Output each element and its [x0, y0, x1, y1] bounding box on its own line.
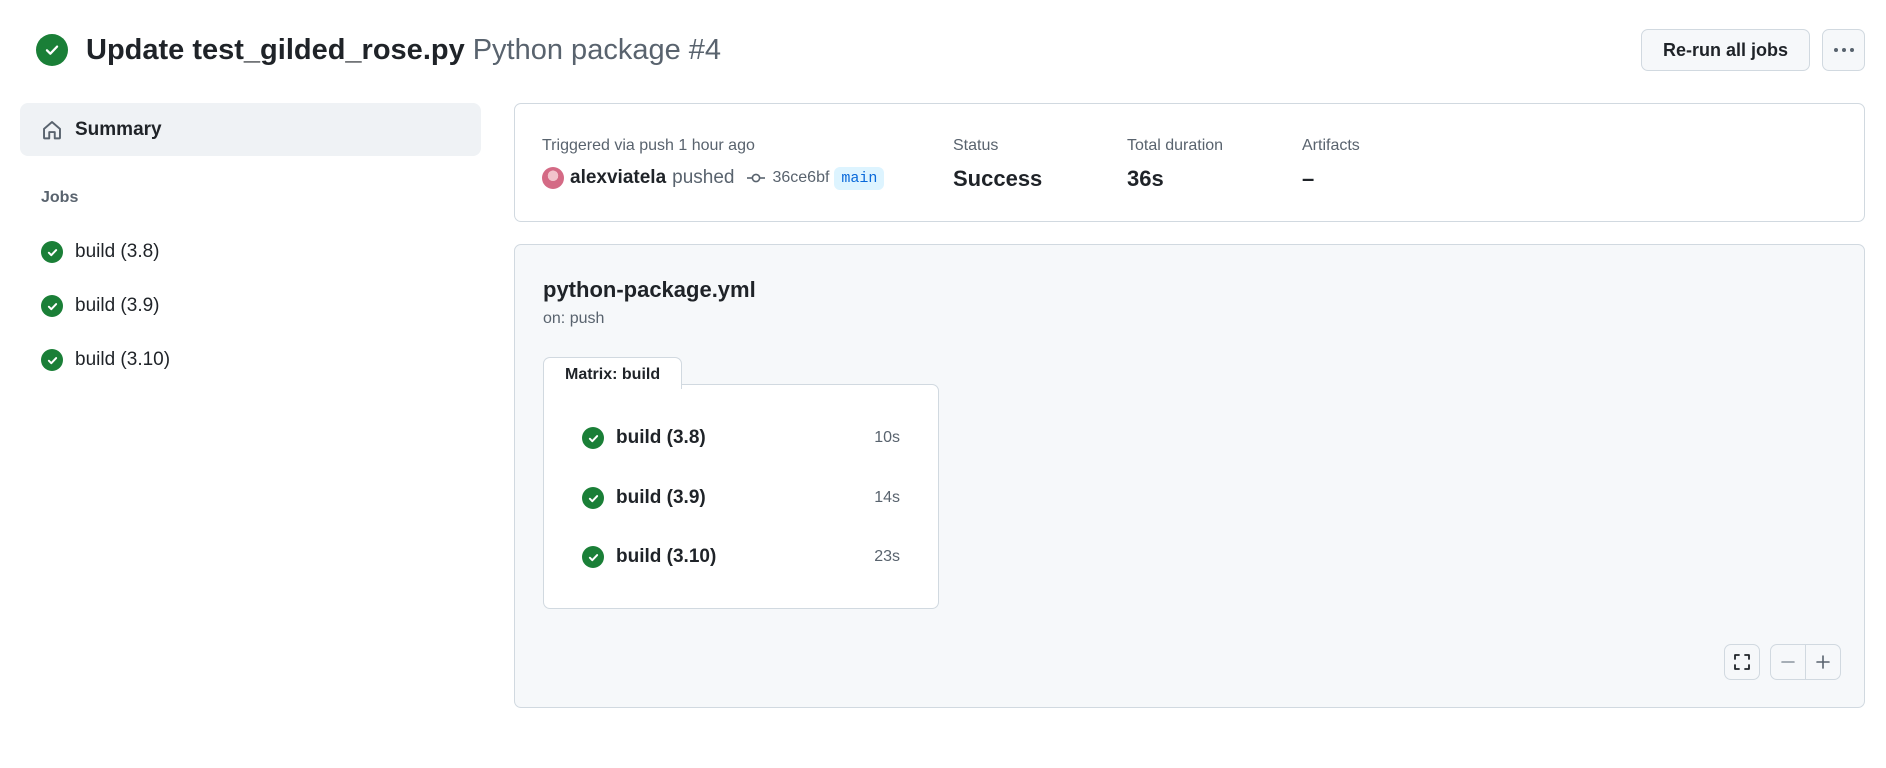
check-circle-icon: [41, 241, 63, 263]
trigger-details: alexviatela pushed 36ce6bf main: [542, 164, 885, 192]
check-circle-icon: [41, 295, 63, 317]
jobs-heading: Jobs: [41, 189, 79, 206]
check-circle-icon: [582, 546, 604, 568]
graph-job-build-3-8[interactable]: build (3.8) 10s: [582, 423, 900, 453]
job-label: build (3.9): [75, 295, 160, 316]
push-action: pushed: [672, 167, 735, 188]
job-label: build (3.8): [75, 241, 160, 262]
graph-job-build-3-9[interactable]: build (3.9) 14s: [582, 483, 900, 513]
workflow-file-name[interactable]: python-package.yml: [543, 277, 756, 303]
workflow-trigger: on: push: [543, 310, 605, 327]
job-name: build (3.8): [616, 427, 706, 448]
header-actions: Re-run all jobs: [1641, 29, 1865, 71]
avatar[interactable]: [542, 167, 564, 189]
run-header: Update test_gilded_rose.py Python package…: [36, 27, 1865, 73]
workflow-run-name: Python package #4: [472, 34, 722, 66]
sidebar-job-build-3-9[interactable]: build (3.9): [20, 279, 481, 333]
status-value: Success: [953, 166, 1043, 191]
status-label: Status: [953, 137, 999, 154]
git-commit-icon: [747, 173, 766, 183]
page-title: Update test_gilded_rose.py Python package…: [86, 27, 721, 73]
job-duration: 23s: [874, 548, 900, 565]
home-icon: [43, 120, 61, 139]
check-circle-icon: [36, 34, 68, 66]
user-link[interactable]: alexviatela: [570, 167, 666, 189]
job-list: build (3.8) build (3.9) build (3.10): [20, 225, 481, 387]
sidebar-item-summary[interactable]: Summary: [20, 103, 481, 156]
zoom-in-button[interactable]: [1805, 644, 1841, 680]
sidebar: Summary Jobs build (3.8) build (3.9) bui…: [20, 103, 481, 387]
duration-section: Total duration 36s: [1127, 136, 1223, 192]
rerun-all-jobs-button[interactable]: Re-run all jobs: [1641, 29, 1810, 71]
sidebar-job-build-3-8[interactable]: build (3.8): [20, 225, 481, 279]
workflow-graph: python-package.yml on: push Matrix: buil…: [514, 244, 1865, 708]
fullscreen-button[interactable]: [1724, 644, 1760, 680]
artifacts-value: –: [1302, 166, 1315, 191]
artifacts-section: Artifacts –: [1302, 136, 1360, 192]
job-name: build (3.9): [616, 487, 706, 508]
trigger-label: Triggered via push 1 hour ago: [542, 137, 755, 154]
graph-job-build-3-10[interactable]: build (3.10) 23s: [582, 542, 900, 572]
matrix-job-group: build (3.8) 10s build (3.9) 14s build (3…: [543, 384, 939, 609]
more-options-button[interactable]: [1822, 29, 1865, 71]
matrix-label: Matrix: build: [543, 357, 682, 389]
duration-label: Total duration: [1127, 137, 1224, 154]
sidebar-job-build-3-10[interactable]: build (3.10): [20, 333, 481, 387]
status-section: Status Success: [953, 136, 1042, 192]
fullscreen-icon: [1734, 654, 1750, 670]
commit-sha-link[interactable]: 36ce6bf: [772, 169, 829, 187]
commit-title: Update test_gilded_rose.py: [86, 34, 465, 66]
zoom-in-icon: [1816, 655, 1830, 669]
check-circle-icon: [41, 349, 63, 371]
zoom-out-button[interactable]: [1770, 644, 1806, 680]
check-circle-icon: [582, 427, 604, 449]
duration-value[interactable]: 36s: [1127, 166, 1223, 192]
kebab-horizontal-icon: [1833, 48, 1854, 52]
job-duration: 14s: [874, 489, 900, 506]
job-label: build (3.10): [75, 349, 171, 370]
check-circle-icon: [582, 487, 604, 509]
artifacts-label: Artifacts: [1302, 137, 1360, 154]
zoom-out-icon: [1781, 661, 1795, 663]
run-info-card: Triggered via push 1 hour ago alexviatel…: [514, 103, 1865, 222]
trigger-section: Triggered via push 1 hour ago alexviatel…: [542, 136, 885, 192]
branch-badge[interactable]: main: [834, 166, 885, 190]
job-name: build (3.10): [616, 546, 717, 567]
sidebar-item-label: Summary: [75, 118, 162, 140]
job-duration: 10s: [874, 429, 900, 446]
